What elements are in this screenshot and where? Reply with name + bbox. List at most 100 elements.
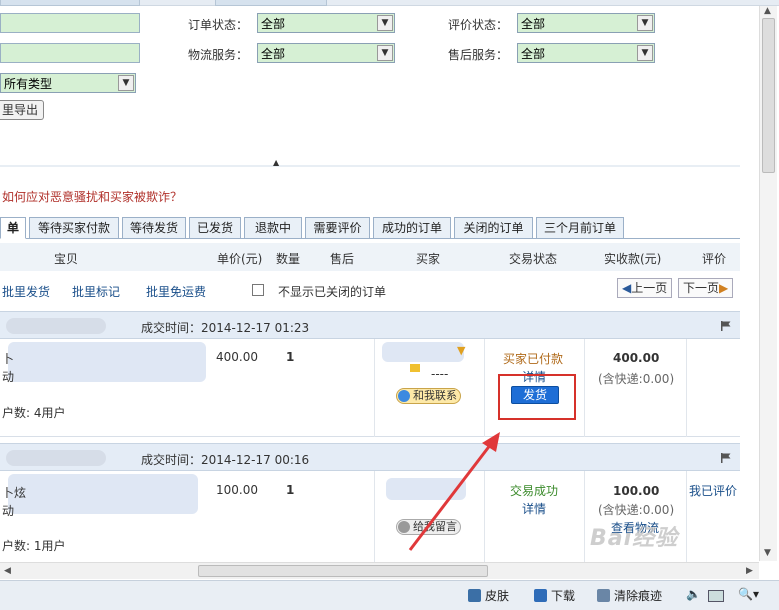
chevron-down-icon[interactable]: ▼ xyxy=(377,45,393,61)
buyer-input[interactable] xyxy=(0,43,140,63)
order-shipping-fee: (含快递:0.00) xyxy=(598,372,675,386)
column-divider xyxy=(686,471,687,563)
buyer-badge-icon: ▼ xyxy=(457,344,466,357)
item-title-fragment[interactable]: 卜 xyxy=(2,350,14,367)
scroll-left-icon[interactable]: ◀ xyxy=(4,566,11,576)
fraud-help-link[interactable]: 如何应对恶意骚扰和买家被欺诈？ xyxy=(2,188,182,205)
col-qty: 数量 xyxy=(276,252,301,266)
zoom-icon[interactable]: 🔍▾ xyxy=(738,587,759,601)
review-status-link[interactable]: 我已评价 xyxy=(689,482,737,499)
order-status: 买家已付款 xyxy=(503,352,564,366)
chevron-down-icon[interactable]: ▼ xyxy=(637,45,653,61)
batch-free-shipping-link[interactable]: 批里免运费 xyxy=(146,283,206,300)
item-title-fragment[interactable]: 动 xyxy=(2,368,14,385)
contact-buyer-button[interactable]: 和我联系 xyxy=(396,388,461,404)
browser-tab-strip xyxy=(0,0,779,6)
review-status-select[interactable]: 全部 ▼ xyxy=(517,13,655,33)
order-type-value: 所有类型 xyxy=(4,77,53,91)
prev-page-label: 上一页 xyxy=(631,281,668,295)
order-status-value: 全部 xyxy=(261,17,286,31)
chevron-right-icon: ▶ xyxy=(719,281,729,295)
item-user-count: 户数: 4用户 xyxy=(2,406,66,420)
chevron-down-icon[interactable]: ▼ xyxy=(118,75,134,91)
watermark-logo: Bai经验 xyxy=(590,526,679,551)
tab-successful[interactable]: 成功的订单 xyxy=(373,217,451,239)
column-divider xyxy=(584,471,585,563)
horizontal-scrollbar[interactable]: ◀ ▶ xyxy=(0,562,759,579)
leave-message-label: 给我留言 xyxy=(413,520,457,533)
review-status-label: 评价状态： xyxy=(448,18,509,32)
clear-traces-label: 清除痕迹 xyxy=(614,589,663,603)
logistics-label: 物流服务： xyxy=(188,48,249,62)
tab-needs-review[interactable]: 需要评价 xyxy=(305,217,370,239)
leave-message-button[interactable]: 给我留言 xyxy=(396,519,461,535)
order-amount: 100.00 xyxy=(613,484,660,498)
tab-awaiting-shipment[interactable]: 等待发货 xyxy=(122,217,186,239)
tab-shipped[interactable]: 已发货 xyxy=(189,217,241,239)
buyer-extra: ---- xyxy=(431,367,449,381)
vertical-scroll-thumb[interactable] xyxy=(762,18,775,173)
order-header: 成交时间：2014-12-17 01:23 xyxy=(0,311,740,339)
order-detail-link[interactable]: 详情 xyxy=(522,500,546,517)
item-user-count: 户数: 1用户 xyxy=(2,539,66,553)
next-page-label: 下一页 xyxy=(683,281,720,295)
tab-awaiting-payment[interactable]: 等待买家付款 xyxy=(29,217,119,239)
item-title-fragment[interactable]: 动 xyxy=(2,502,14,519)
order-type-select[interactable]: 所有类型 ▼ xyxy=(0,73,136,93)
col-item: 宝贝 xyxy=(54,252,79,266)
table-header: 宝贝 单价(元) 数量 售后 买家 交易状态 实收款(元) 评价 xyxy=(0,243,740,271)
skin-button[interactable]: 皮肤 xyxy=(468,587,509,604)
review-status-value: 全部 xyxy=(521,17,546,31)
order-status-label: 订单状态： xyxy=(188,18,249,32)
scroll-right-icon[interactable]: ▶ xyxy=(746,566,753,576)
column-divider xyxy=(584,339,585,437)
clear-traces-button[interactable]: 清除痕迹 xyxy=(597,587,662,604)
scroll-up-icon[interactable]: ▲ xyxy=(764,6,771,16)
download-button[interactable]: 下载 xyxy=(534,587,575,604)
tab-older-than-3-months[interactable]: 三个月前订单 xyxy=(536,217,624,239)
horizontal-scroll-thumb[interactable] xyxy=(198,565,488,577)
col-aftersale: 售后 xyxy=(330,252,355,266)
highlight-box xyxy=(498,374,576,420)
chevron-down-icon[interactable]: ▼ xyxy=(377,15,393,31)
item-title-redacted xyxy=(8,342,206,382)
order-shipping-fee: (含快递:0.00) xyxy=(598,503,675,517)
divider xyxy=(0,165,740,167)
tab-refunding[interactable]: 退款中 xyxy=(244,217,302,239)
tab-all-orders[interactable]: 单 xyxy=(0,217,26,239)
screen-icon[interactable] xyxy=(708,590,724,602)
chevron-down-icon[interactable]: ▼ xyxy=(637,15,653,31)
logistics-select[interactable]: 全部 ▼ xyxy=(257,43,395,63)
browser-tab[interactable] xyxy=(215,0,327,6)
tab-closed[interactable]: 关闭的订单 xyxy=(454,217,533,239)
order-number-redacted xyxy=(6,318,106,334)
column-divider xyxy=(374,471,375,563)
batch-export-button[interactable]: 里导出 xyxy=(0,100,44,120)
contact-buyer-label: 和我联系 xyxy=(413,389,457,402)
order-time-value: 2014-12-17 01:23 xyxy=(201,321,310,335)
next-page-button[interactable]: 下一页▶ xyxy=(678,278,734,298)
column-divider xyxy=(686,339,687,437)
aftersale-select[interactable]: 全部 ▼ xyxy=(517,43,655,63)
aftersale-label: 售后服务： xyxy=(448,48,509,62)
collapse-arrow-icon[interactable]: ▲ xyxy=(273,158,279,167)
vertical-scrollbar[interactable]: ▲ ▼ xyxy=(759,6,777,561)
batch-ship-link[interactable]: 批里发货 xyxy=(2,283,50,300)
flag-icon[interactable] xyxy=(721,453,731,463)
batch-mark-link[interactable]: 批里标记 xyxy=(72,283,120,300)
skin-icon xyxy=(468,589,481,602)
download-label: 下载 xyxy=(551,589,576,603)
flag-icon[interactable] xyxy=(721,321,731,331)
hide-closed-checkbox[interactable] xyxy=(252,284,264,296)
item-title-fragment[interactable]: 卜炫 xyxy=(2,484,26,501)
message-icon xyxy=(410,364,420,372)
scroll-down-icon[interactable]: ▼ xyxy=(764,548,771,558)
volume-icon[interactable]: 🔈 xyxy=(686,587,701,601)
order-number-redacted xyxy=(6,450,106,466)
order-status-select[interactable]: 全部 ▼ xyxy=(257,13,395,33)
order-id-input[interactable] xyxy=(0,13,140,33)
order-header: 成交时间：2014-12-17 00:16 xyxy=(0,443,740,471)
buyer-name-redacted xyxy=(386,478,466,500)
browser-tab[interactable] xyxy=(0,0,140,6)
prev-page-button[interactable]: ◀上一页 xyxy=(617,278,673,298)
